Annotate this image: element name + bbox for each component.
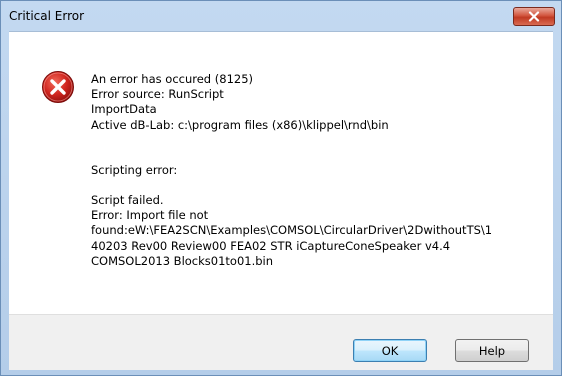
dialog-content: An error has occured (8125) Error source… [9, 31, 553, 314]
message-line: Error source: RunScript [91, 87, 224, 102]
message-line: An error has occured (8125) [91, 72, 254, 86]
title-bar[interactable]: Critical Error [1, 1, 561, 31]
help-button[interactable]: Help [455, 339, 529, 362]
message-line: Active dB-Lab: c:\program files (x86)\kl… [91, 117, 389, 132]
close-button[interactable] [513, 7, 555, 26]
message-line: ImportData [91, 102, 157, 117]
ok-button[interactable]: OK [353, 339, 427, 362]
critical-error-dialog: Critical Error An error has occured (812… [0, 0, 562, 376]
button-bar: OK Help [9, 314, 553, 370]
message-line: COMSOL2013 Blocks01to01.bin [91, 253, 274, 268]
error-message: An error has occured (8125) Error source… [91, 72, 551, 269]
message-line: Scripting error: [91, 162, 178, 177]
error-icon [42, 71, 74, 103]
message-line: found:eW:\FEA2SCN\Examples\COMSOL\Circul… [91, 223, 493, 238]
message-line: Script failed. [91, 193, 164, 208]
message-line: Error: Import file not [91, 208, 209, 223]
message-line: 40203 Rev00 Review00 FEA02 STR iCaptureC… [91, 238, 451, 253]
dialog-title: Critical Error [9, 9, 85, 23]
close-icon [528, 11, 540, 22]
